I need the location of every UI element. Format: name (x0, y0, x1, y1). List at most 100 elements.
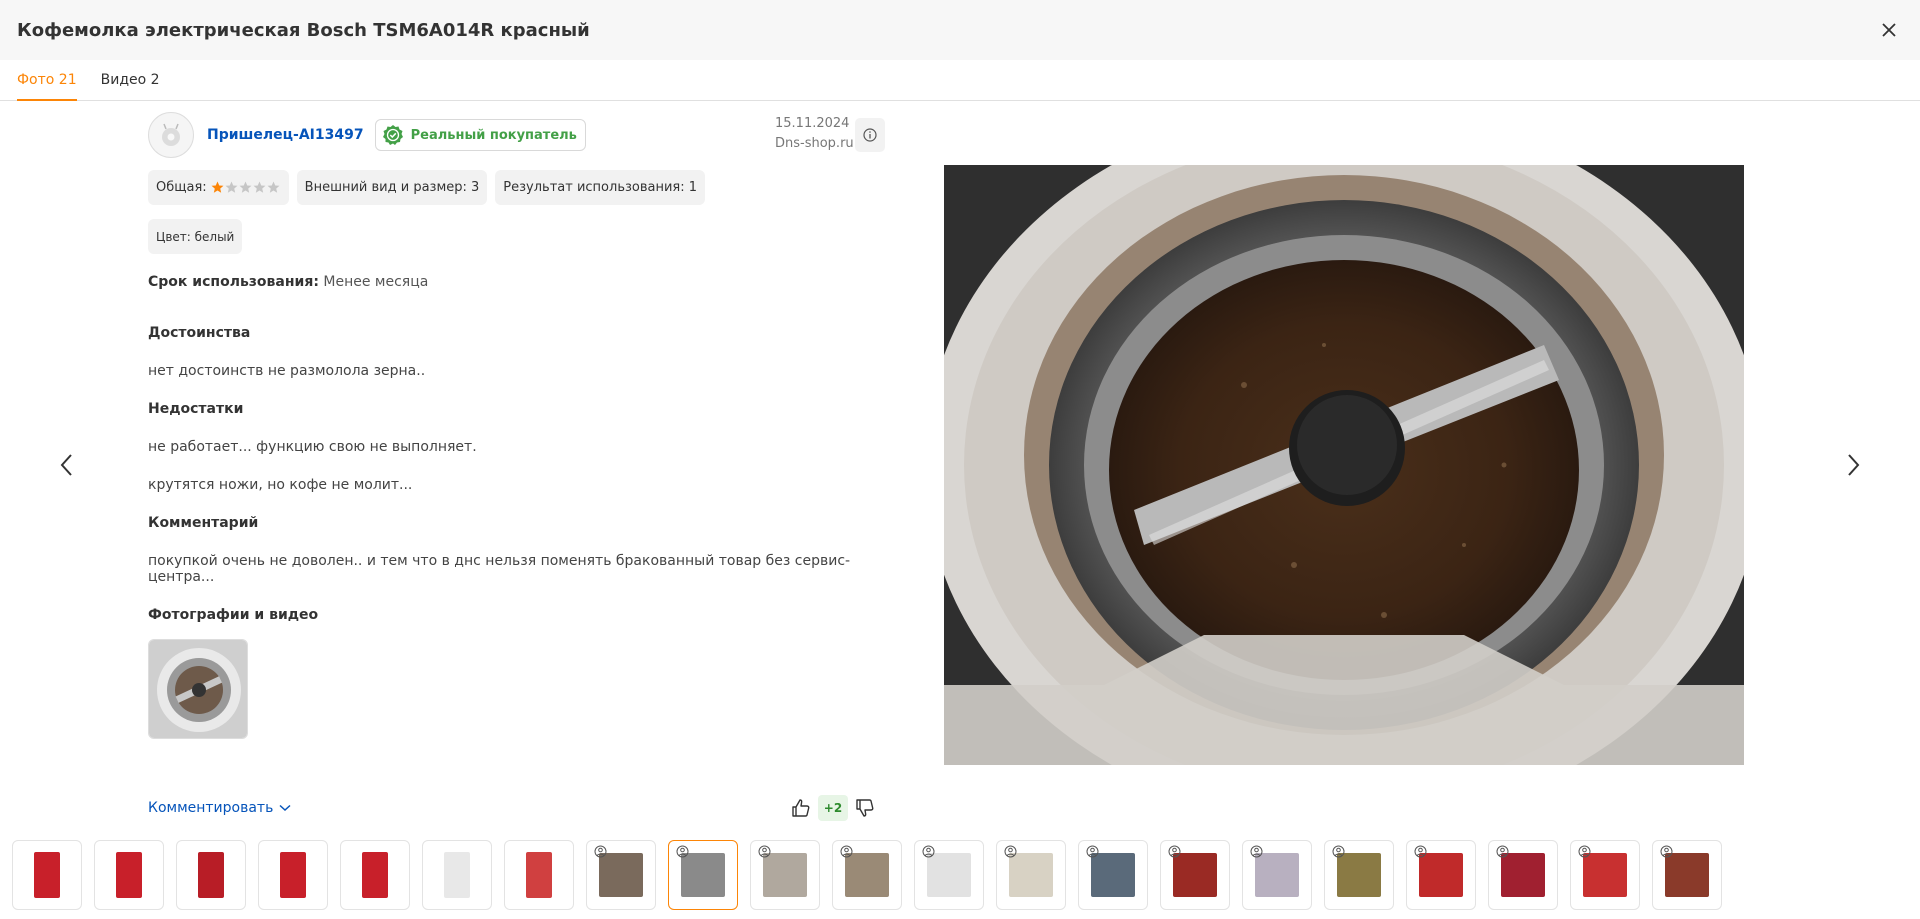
vote-count: +2 (818, 795, 848, 821)
thumbnail-image (1173, 853, 1217, 897)
review-actions: Комментировать +2 (148, 795, 888, 821)
verified-check-icon (382, 125, 403, 145)
main-photo[interactable] (944, 165, 1744, 765)
avatar[interactable] (148, 112, 194, 158)
thumbnail-image (280, 852, 306, 898)
chevron-down-icon (279, 804, 291, 812)
thumbnail-image (1501, 853, 1545, 897)
overall-rating-chip: Общая: (148, 170, 289, 205)
comment-label: Комментировать (148, 800, 274, 816)
thumbs-down-icon (856, 799, 874, 817)
user-photo-icon (1250, 845, 1263, 858)
tab-videos[interactable]: Видео 2 (101, 60, 160, 100)
tab-photos[interactable]: Фото 21 (17, 60, 77, 101)
author-name[interactable]: Пришелец-AI13497 (207, 127, 364, 143)
thumbnail-image (1255, 853, 1299, 897)
review-source: Dns-shop.ru (775, 136, 854, 151)
user-photo-icon (1496, 845, 1509, 858)
prev-arrow-icon[interactable] (52, 450, 82, 480)
verified-buyer-badge: Реальный покупатель (374, 119, 586, 151)
gallery-thumbnail[interactable] (340, 840, 410, 910)
gallery-thumbnail[interactable] (258, 840, 328, 910)
user-photo-icon (1660, 845, 1673, 858)
media-title: Фотографии и видео (148, 607, 319, 623)
gallery-thumbnail[interactable] (996, 840, 1066, 910)
user-photo-icon (758, 845, 771, 858)
pros-title: Достоинства (148, 325, 251, 341)
info-button[interactable] (855, 118, 885, 152)
gallery-thumbnail[interactable] (914, 840, 984, 910)
user-photo-icon (840, 845, 853, 858)
gallery-thumbnail[interactable] (1488, 840, 1558, 910)
appearance-rating-chip: Внешний вид и размер: 3 (296, 170, 488, 205)
gallery-thumbnail[interactable] (422, 840, 492, 910)
coffee-grinder-photo-image (944, 165, 1744, 765)
gallery-thumbnail[interactable] (1324, 840, 1394, 910)
gallery-thumbnail[interactable] (1242, 840, 1312, 910)
gallery-thumbnail[interactable] (1652, 840, 1722, 910)
star-filled-icon (211, 181, 224, 193)
alien-avatar-icon (162, 123, 180, 146)
pros-text: нет достоинств не размолола зерна.. (148, 363, 426, 379)
gallery-thumbnail[interactable] (1406, 840, 1476, 910)
gallery-thumbnail[interactable] (94, 840, 164, 910)
dislike-button[interactable] (852, 795, 878, 821)
thumbnail-image (116, 852, 142, 898)
thumbnail-image (1009, 853, 1053, 897)
review-date: 15.11.2024 (775, 116, 850, 131)
user-photo-icon (594, 845, 607, 858)
review-card: Пришелец-AI13497 Реальный покупатель 15.… (148, 112, 888, 739)
gallery-thumbnail[interactable] (586, 840, 656, 910)
star-empty-icon (267, 181, 280, 193)
gallery-thumbnail[interactable] (1160, 840, 1230, 910)
gallery-thumbnail[interactable] (12, 840, 82, 910)
comment-title: Комментарий (148, 515, 259, 531)
media-tabs: Фото 21 Видео 2 (0, 60, 1920, 101)
gallery-thumbnail[interactable] (668, 840, 738, 910)
color-chip: Цвет: белый (148, 219, 243, 254)
votes: +2 (788, 795, 878, 821)
thumbnail-strip (12, 840, 1734, 910)
thumbnail-image (362, 852, 388, 898)
gallery-thumbnail[interactable] (832, 840, 902, 910)
overall-label: Общая: (156, 180, 207, 195)
user-photo-icon (1332, 845, 1345, 858)
star-empty-icon (225, 181, 238, 193)
comment-text: покупкой очень не доволен.. и тем что в … (148, 553, 851, 585)
review-photo-thumbnail[interactable] (148, 639, 248, 739)
star-rating (211, 181, 281, 194)
badge-label: Реальный покупатель (410, 127, 577, 143)
user-photo-icon (1086, 845, 1099, 858)
comment-button[interactable]: Комментировать (148, 800, 291, 816)
gallery-thumbnail[interactable] (1078, 840, 1148, 910)
star-empty-icon (253, 181, 266, 193)
like-button[interactable] (788, 795, 814, 821)
ratings-row: Общая: Внешний вид и размер: 3 Результат… (148, 170, 888, 205)
info-icon (863, 128, 877, 142)
usage-term-value: Менее месяца (323, 274, 429, 290)
thumbnail-image (444, 852, 470, 898)
thumbnail-image (1419, 853, 1463, 897)
gallery-thumbnail[interactable] (176, 840, 246, 910)
user-photo-icon (1578, 845, 1591, 858)
modal-header: Кофемолка электрическая Bosch TSM6A014R … (0, 0, 1920, 60)
thumbs-up-icon (792, 799, 810, 817)
thumbnail-image (198, 852, 224, 898)
gallery-thumbnail[interactable] (1570, 840, 1640, 910)
product-title: Кофемолка электрическая Bosch TSM6A014R … (17, 19, 590, 41)
thumbnail-image (763, 853, 807, 897)
gallery-thumbnail[interactable] (504, 840, 574, 910)
grinder-photo-image (149, 640, 247, 738)
usage-rating-chip: Результат использования: 1 (495, 170, 706, 205)
usage-term-label: Срок использования: (148, 274, 319, 290)
thumbnail-image (845, 853, 889, 897)
thumbnail-image (1337, 853, 1381, 897)
thumbnail-image (681, 853, 725, 897)
next-arrow-icon[interactable] (1838, 450, 1868, 480)
cons-text: не работает... функцию свою не выполняет… (148, 439, 477, 455)
close-icon[interactable] (1876, 17, 1902, 43)
user-photo-icon (922, 845, 935, 858)
thumbnail-image (34, 852, 60, 898)
thumbnail-image (927, 853, 971, 897)
gallery-thumbnail[interactable] (750, 840, 820, 910)
